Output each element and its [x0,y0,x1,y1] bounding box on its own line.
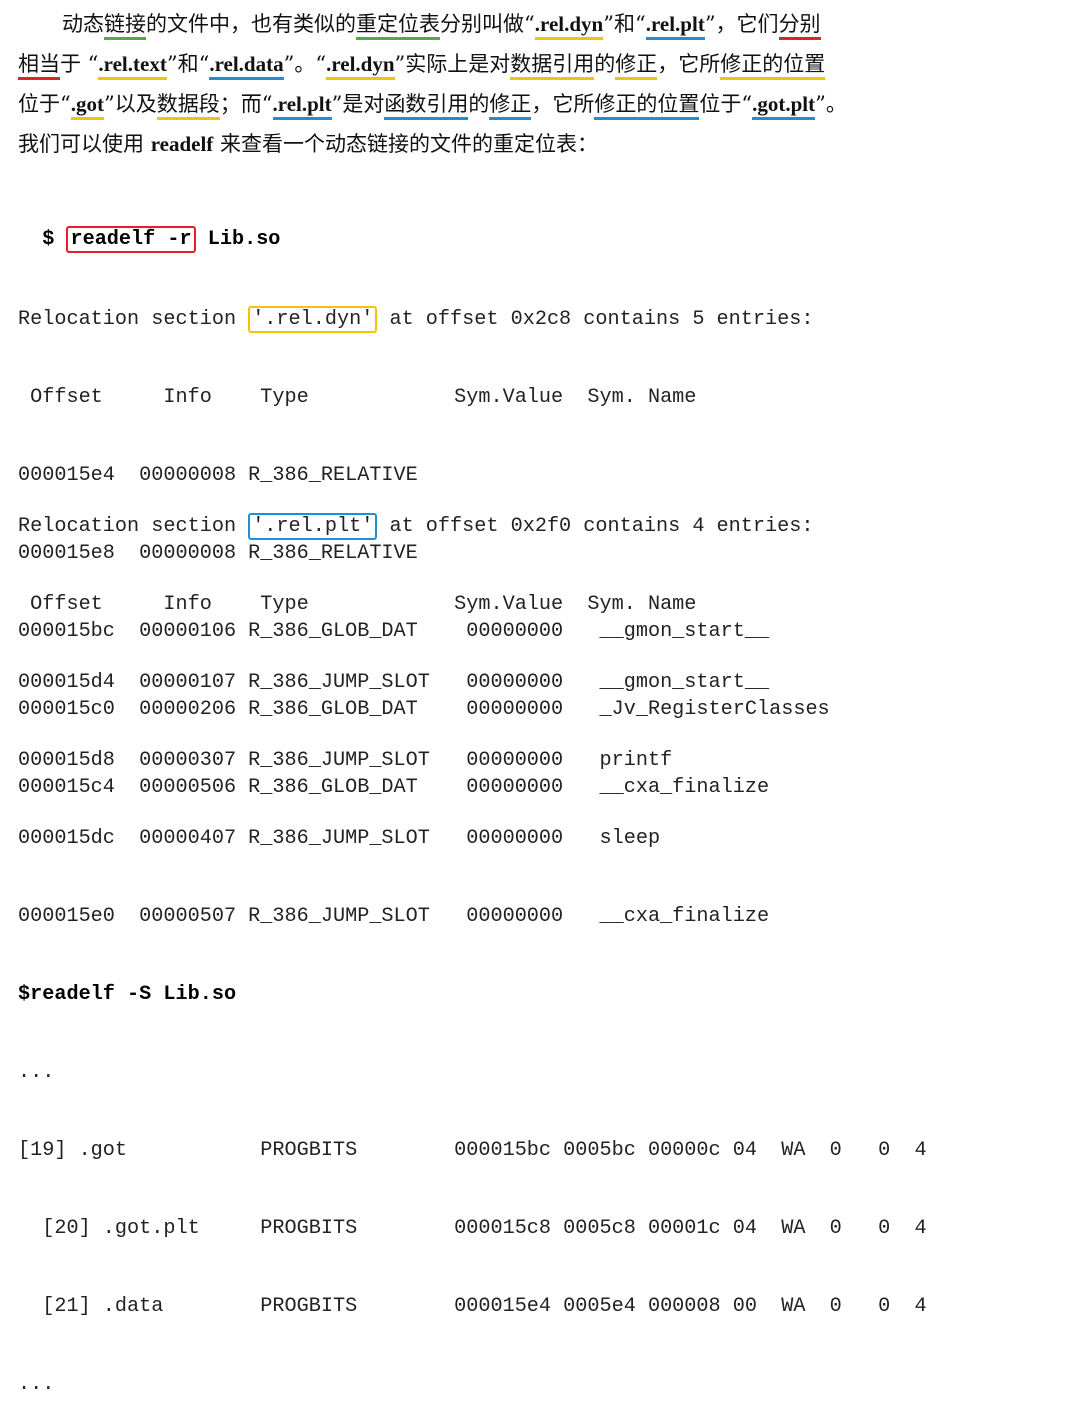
paragraph-text: ”和“ [166,52,210,76]
paragraph-text: ，它所 [531,92,595,116]
underlined-term: 数据引用 [510,52,595,80]
underlined-term: 修正的位置 [720,52,826,80]
paragraph-text: ；而“ [219,92,273,116]
underlined-term: .rel.plt [272,92,332,120]
underlined-term: .rel.plt [645,12,705,40]
section-row: [21] .data PROGBITS 000015e4 0005e4 0000… [18,1295,927,1318]
underlined-term: .rel.text [98,52,167,80]
paragraph-text: 的文件中，也有类似的 [146,12,356,36]
paragraph-line-2: 相当于 “.rel.text”和“.rel.data”。“.rel.dyn”实际… [18,44,1060,84]
underlined-term: .got.plt [752,92,816,120]
section-row: [20] .got.plt PROGBITS 000015c8 0005c8 0… [18,1217,927,1240]
readelf-s-command: $readelf -S Lib.so [18,983,237,1006]
paragraph-text: 分别叫做“ [440,12,535,36]
underlined-term: .got [70,92,104,120]
paragraph-text: 位于“ [18,92,71,116]
rel-plt-row: 000015dc 00000407 R_386_JUMP_SLOT 000000… [18,827,661,850]
paragraph-text: 来查看一个动态链接的文件的重定位表： [213,132,598,156]
underlined-term: 分别 [778,12,821,40]
prompt: $ [42,228,67,251]
ellipsis: ... [18,1373,55,1396]
underlined-term: 重定位表 [356,12,440,40]
underlined-term: 相当 [18,52,60,80]
underlined-term: .rel.dyn [326,52,395,80]
rel-plt-title: Relocation section '.rel.plt' at offset … [18,513,814,540]
rel-plt-row: 000015d8 00000307 R_386_JUMP_SLOT 000000… [18,749,673,772]
rel-plt-block: Relocation section '.rel.plt' at offset … [18,462,927,1424]
paragraph-text: ”和“ [603,12,646,36]
paragraph-text: ”实际上是对 [394,52,511,76]
paragraph-text: ”以及 [104,92,157,116]
paragraph-text: 我们可以使用 [18,132,151,156]
explanation-paragraph: 动态链接的文件中，也有类似的重定位表分别叫做“.rel.dyn”和“.rel.p… [18,4,1060,164]
paragraph-text: 的 [594,52,616,76]
rel-dyn-name-highlight: '.rel.dyn' [248,306,378,333]
paragraph-text: 动态 [62,12,104,36]
paragraph-text: ，它所 [657,52,721,76]
paragraph-text: readelf [150,132,214,156]
rel-plt-header: Offset Info Type Sym.Value Sym. Name [18,593,697,616]
paragraph-text: ”。“ [283,52,327,76]
underlined-term: .rel.data [209,52,284,80]
paragraph-text: 于 “ [60,52,99,76]
paragraph-text: ”是对 [331,92,385,116]
underlined-term: 修正 [489,92,532,120]
paragraph-text: 的 [468,92,490,116]
paragraph-text: ”。 [815,92,847,116]
paragraph-text: 位于“ [699,92,753,116]
underlined-term: 链接 [104,12,146,40]
rel-plt-row: 000015d4 00000107 R_386_JUMP_SLOT 000000… [18,671,770,694]
section-row: [19] .got PROGBITS 000015bc 0005bc 00000… [18,1139,927,1162]
underlined-term: 数据段 [156,92,220,120]
underlined-term: 函数引用 [384,92,469,120]
readelf-r-highlight: readelf -r [66,226,196,253]
underlined-term: 修正 [615,52,658,80]
rel-dyn-title: Relocation section '.rel.dyn' at offset … [18,306,814,333]
command-arg: Lib.so [195,228,281,251]
underlined-term: .rel.dyn [534,12,604,40]
rel-plt-name-highlight: '.rel.plt' [248,513,378,540]
paragraph-line-3: 位于“.got”以及数据段；而“.rel.plt”是对函数引用的修正，它所修正的… [18,84,1060,124]
readelf-r-command: $ readelf -r Lib.so [18,201,280,253]
paragraph-line-4: 我们可以使用 readelf 来查看一个动态链接的文件的重定位表： [18,124,1060,164]
rel-dyn-header: Offset Info Type Sym.Value Sym. Name [18,386,697,409]
rel-plt-row: 000015e0 00000507 R_386_JUMP_SLOT 000000… [18,905,770,928]
underlined-term: 修正的位置 [594,92,700,120]
ellipsis: ... [18,1061,55,1084]
paragraph-line-1: 动态链接的文件中，也有类似的重定位表分别叫做“.rel.dyn”和“.rel.p… [18,4,1060,44]
paragraph-text: ”，它们 [704,12,779,36]
